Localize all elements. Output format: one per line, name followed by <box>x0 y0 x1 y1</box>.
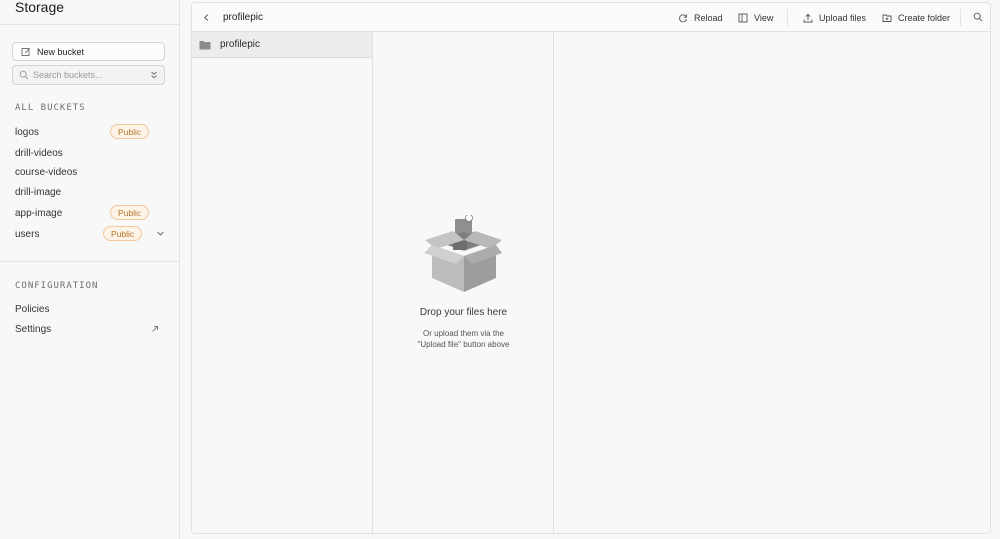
drop-zone-column[interactable]: Drop your files here Or upload them via … <box>373 32 554 533</box>
all-buckets-heading: ALL BUCKETS <box>15 103 86 113</box>
reload-button[interactable]: Reload <box>678 11 723 25</box>
chevron-down-icon[interactable] <box>156 229 165 238</box>
page-title: Storage <box>15 0 65 15</box>
bucket-name: drill-image <box>15 186 62 198</box>
bucket-item-drill-videos[interactable]: drill-videos <box>15 144 167 162</box>
upload-files-button[interactable]: Upload files <box>803 11 866 25</box>
empty-state: Drop your files here Or upload them via … <box>373 32 554 533</box>
breadcrumb: profilepic <box>223 12 264 23</box>
bucket-item-course-videos[interactable]: course-videos <box>15 163 167 181</box>
drop-subtitle-line: Or upload them via the <box>423 329 504 338</box>
folder-icon <box>199 40 211 50</box>
edit-icon <box>21 47 31 57</box>
bucket-item-app-image[interactable]: app-image Public <box>15 204 167 222</box>
search-buckets-input[interactable] <box>33 70 143 80</box>
preview-column <box>554 32 990 533</box>
create-folder-label: Create folder <box>898 13 951 23</box>
sidebar-item-policies[interactable]: Policies <box>15 301 165 317</box>
folder-plus-icon <box>882 13 892 23</box>
list-item[interactable]: profilepic <box>192 32 372 58</box>
bucket-name: users <box>15 228 40 240</box>
columns-icon <box>738 13 748 23</box>
sidebar: Storage New bucket ALL BUCKETS logos Pub… <box>0 0 180 539</box>
bucket-name: drill-videos <box>15 147 63 159</box>
view-label: View <box>754 13 774 23</box>
sidebar-divider <box>0 261 179 262</box>
file-explorer: profilepic Reload View Upload files Crea… <box>191 2 991 534</box>
search-icon[interactable] <box>973 12 983 22</box>
bucket-item-logos[interactable]: logos Public <box>15 123 167 141</box>
public-badge: Public <box>103 226 143 241</box>
public-badge: Public <box>110 124 150 139</box>
bucket-item-users[interactable]: users Public <box>15 225 167 243</box>
config-item-label: Settings <box>15 323 52 335</box>
bucket-name: course-videos <box>15 166 78 178</box>
external-link-icon <box>151 325 159 333</box>
create-folder-button[interactable]: Create folder <box>882 11 950 25</box>
reload-icon <box>678 13 688 23</box>
search-buckets-field <box>12 65 165 85</box>
toolbar: profilepic Reload View Upload files Crea… <box>192 3 990 32</box>
bucket-name: app-image <box>15 207 63 219</box>
drop-title: Drop your files here <box>419 307 508 318</box>
sidebar-item-settings[interactable]: Settings <box>15 321 165 337</box>
drop-subtitle-line: "Upload file" button above <box>417 340 510 349</box>
open-box-icon <box>423 214 503 295</box>
toolbar-divider <box>787 9 788 26</box>
sidebar-header: Storage <box>0 0 179 25</box>
search-icon <box>19 70 29 80</box>
config-item-label: Policies <box>15 303 50 315</box>
reload-label: Reload <box>694 13 723 23</box>
view-button[interactable]: View <box>738 11 773 25</box>
back-chevron-icon[interactable] <box>202 13 211 22</box>
upload-files-label: Upload files <box>819 13 867 23</box>
public-badge: Public <box>110 205 150 220</box>
folder-column: profilepic <box>192 32 373 533</box>
drop-subtitle: Or upload them via the "Upload file" but… <box>373 328 554 350</box>
sort-chevrons-icon[interactable] <box>149 70 159 80</box>
folder-name: profilepic <box>220 39 261 50</box>
bucket-name: logos <box>15 126 39 138</box>
bucket-item-drill-image[interactable]: drill-image <box>15 183 167 201</box>
new-bucket-button[interactable]: New bucket <box>12 42 165 61</box>
configuration-heading: CONFIGURATION <box>15 281 99 291</box>
upload-icon <box>803 13 813 23</box>
new-bucket-label: New bucket <box>37 46 85 57</box>
toolbar-divider <box>960 9 961 26</box>
